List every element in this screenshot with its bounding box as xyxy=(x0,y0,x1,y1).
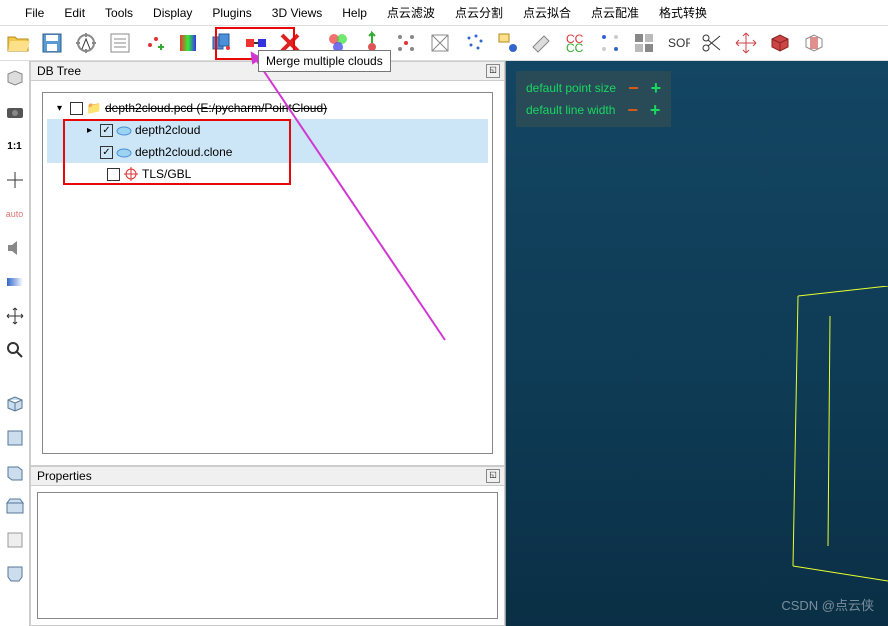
gradient-icon[interactable] xyxy=(3,270,27,294)
properties-header: Properties ◱ xyxy=(30,466,505,486)
point-add-icon[interactable] xyxy=(138,27,170,59)
pick-icon[interactable] xyxy=(70,27,102,59)
minus-icon[interactable]: − xyxy=(627,99,638,121)
octree-icon[interactable] xyxy=(390,27,422,59)
mesh-icon[interactable] xyxy=(424,27,456,59)
cross-icon[interactable] xyxy=(3,168,27,192)
target-icon xyxy=(123,166,139,182)
side-icon[interactable] xyxy=(3,460,27,484)
cloud-icon xyxy=(116,144,132,160)
checkbox-icon[interactable] xyxy=(107,168,120,181)
tree-row[interactable]: ✓ depth2cloud.clone xyxy=(47,141,488,163)
sample-icon[interactable] xyxy=(458,27,490,59)
menu-fit[interactable]: 点云拟合 xyxy=(513,0,581,25)
camera-icon[interactable] xyxy=(3,100,27,124)
3d-viewport[interactable]: default point size − + default line widt… xyxy=(506,61,888,626)
speaker-icon[interactable] xyxy=(3,236,27,260)
cloud-icon xyxy=(116,122,132,138)
tooltip: Merge multiple clouds xyxy=(258,50,391,72)
tree-label: depth2cloud.clone xyxy=(135,145,232,159)
bbox-wireframe xyxy=(768,286,888,586)
properties-title: Properties xyxy=(37,469,92,483)
menu-segment[interactable]: 点云分割 xyxy=(445,0,513,25)
viewport-overlay: default point size − + default line widt… xyxy=(516,71,671,127)
menu-edit[interactable]: Edit xyxy=(54,2,95,24)
db-tree: ▾ 📁 depth2cloud.pcd (E:/pycharm/PointClo… xyxy=(30,81,505,466)
cc-icon[interactable]: CCCC xyxy=(560,27,592,59)
menu-convert[interactable]: 格式转换 xyxy=(649,0,717,25)
tree-label: TLS/GBL xyxy=(142,167,191,181)
menu-plugins[interactable]: Plugins xyxy=(202,2,261,24)
plane-icon[interactable] xyxy=(526,27,558,59)
sor-icon[interactable]: SOR xyxy=(662,27,694,59)
open-icon[interactable] xyxy=(2,27,34,59)
menu-3dviews[interactable]: 3D Views xyxy=(262,2,332,24)
menubar: File Edit Tools Display Plugins 3D Views… xyxy=(0,0,888,25)
dock-icon[interactable]: ◱ xyxy=(486,469,500,483)
db-tree-title: DB Tree xyxy=(37,64,81,78)
view-cube-icon[interactable] xyxy=(3,66,27,90)
cube-icon[interactable] xyxy=(764,27,796,59)
watermark: CSDN @点云侠 xyxy=(781,595,874,614)
tree-row-root[interactable]: ▾ 📁 depth2cloud.pcd (E:/pycharm/PointClo… xyxy=(47,97,488,119)
subsample-icon[interactable] xyxy=(594,27,626,59)
label-icon[interactable] xyxy=(492,27,524,59)
tree-row[interactable]: TLS/GBL xyxy=(47,163,488,185)
front-icon[interactable] xyxy=(3,426,27,450)
move-icon[interactable] xyxy=(3,304,27,328)
mid-panel: DB Tree ◱ ▾ 📁 depth2cloud.pcd (E:/pychar… xyxy=(30,61,506,626)
ratio-icon[interactable]: 1:1 xyxy=(3,134,27,158)
checkbox-icon[interactable]: ✓ xyxy=(100,146,113,159)
plus-icon[interactable]: + xyxy=(651,77,662,99)
menu-file[interactable]: File xyxy=(15,2,54,24)
zoom-icon[interactable] xyxy=(3,338,27,362)
minus-icon[interactable]: − xyxy=(628,77,639,99)
translate-icon[interactable] xyxy=(730,27,762,59)
checkbox-icon[interactable] xyxy=(70,102,83,115)
save-icon[interactable] xyxy=(36,27,68,59)
tree-root-label: depth2cloud.pcd (E:/pycharm/PointCloud) xyxy=(105,101,327,115)
svg-text:SOR: SOR xyxy=(668,36,690,50)
iso-icon[interactable] xyxy=(3,392,27,416)
tree-row[interactable]: ▸ ✓ depth2cloud xyxy=(47,119,488,141)
menu-filter[interactable]: 点云滤波 xyxy=(377,0,445,25)
cube-rainbow-icon[interactable] xyxy=(172,27,204,59)
menu-register[interactable]: 点云配准 xyxy=(581,0,649,25)
grid-icon[interactable] xyxy=(628,27,660,59)
back-icon[interactable] xyxy=(3,528,27,552)
overlay-line-width: default line width xyxy=(526,99,615,121)
file-icon: 📁 xyxy=(86,100,102,116)
menu-help[interactable]: Help xyxy=(332,2,377,24)
overlay-point-size: default point size xyxy=(526,77,616,99)
dock-icon[interactable]: ◱ xyxy=(486,64,500,78)
checkbox-icon[interactable]: ✓ xyxy=(100,124,113,137)
scissors-icon[interactable] xyxy=(696,27,728,59)
properties-body xyxy=(30,486,505,626)
section-icon[interactable] xyxy=(798,27,830,59)
menu-display[interactable]: Display xyxy=(143,2,202,24)
plus-icon[interactable]: + xyxy=(650,99,661,121)
list-icon[interactable] xyxy=(104,27,136,59)
tree-label: depth2cloud xyxy=(135,123,200,137)
menu-tools[interactable]: Tools xyxy=(95,2,143,24)
bottom-icon[interactable] xyxy=(3,562,27,586)
top-icon[interactable] xyxy=(3,494,27,518)
svg-text:CC: CC xyxy=(566,41,584,55)
clone-icon[interactable] xyxy=(206,27,238,59)
main-toolbar: CCCC SOR Merge multiple clouds xyxy=(0,25,888,61)
auto-icon[interactable]: auto xyxy=(3,202,27,226)
left-toolbar: 1:1 auto xyxy=(0,61,30,626)
